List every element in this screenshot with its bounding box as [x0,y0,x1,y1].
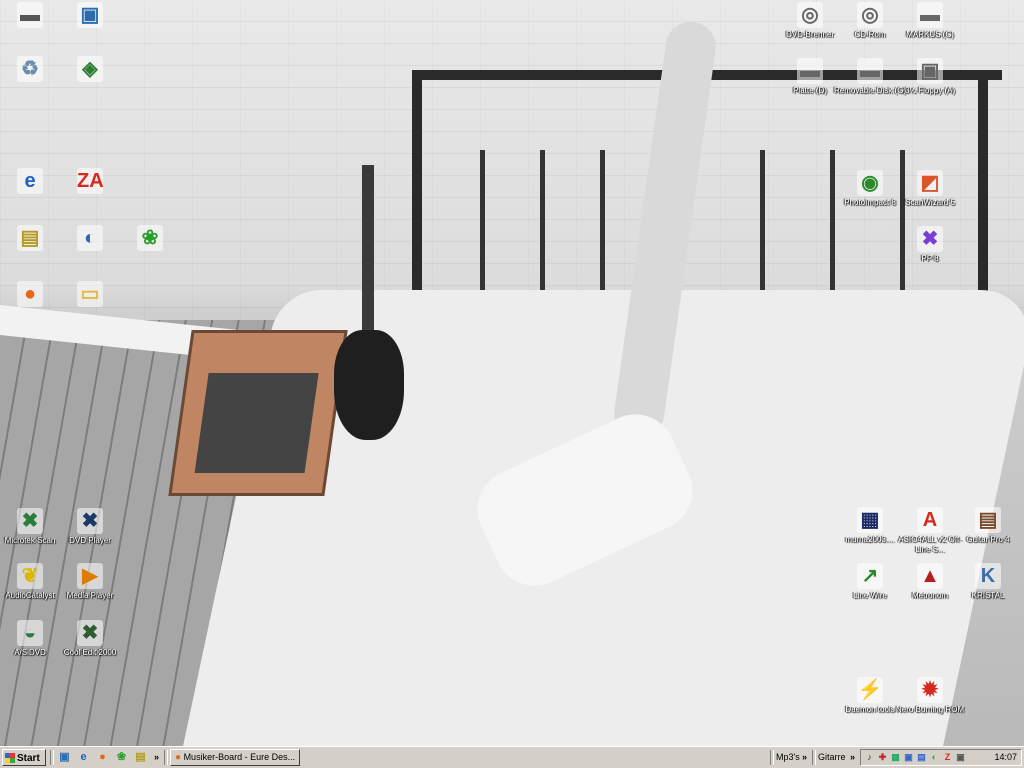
ie-quicklaunch-icon[interactable]: e [76,750,91,765]
quick-launch-overflow[interactable]: » [154,750,159,765]
dvd-player-icon: ✖ [77,508,103,534]
windows-logo-icon [5,753,15,764]
wallpaper-guitar-body [334,330,404,440]
dvd-brenner-icon: ◎ [797,2,823,28]
tray-green-icon[interactable]: ▦ [890,752,901,763]
zonealarm-shortcut[interactable]: ZA [52,168,128,194]
my-computer-shortcut[interactable]: ▣ [52,2,128,28]
tray-network-icon[interactable]: ▤ [916,752,927,763]
start-button[interactable]: Start [2,749,46,766]
taskbar-separator [770,750,774,765]
line-wire-icon: ↗ [857,563,883,589]
taskbar-separator [812,750,816,765]
icon-label: DVD Player [69,536,111,545]
murna-icon: ▦ [857,507,883,533]
media-player-icon: ▶ [77,563,103,589]
icon-label: Guitar Pro 4 [966,535,1010,544]
wallpaper-bed-bar [760,150,765,310]
network-shortcut[interactable]: ◈ [52,56,128,82]
cool-edit-shortcut[interactable]: ✖ Cool Edit 2000 [52,620,128,658]
wallpaper-bed-bar [480,150,485,310]
guitar-pro-icon: ▤ [975,507,1001,533]
laptop-icon: ▬ [17,2,43,28]
system-tray: ♪ ✚ ▦ ▣ ▤ ◐ Z ▣ 14:07 [860,749,1022,766]
taskbar-separator [164,750,168,765]
wallpaper-amplifier [168,330,348,496]
task-button-firefox[interactable]: ● Musiker-Board - Eure Des... [170,749,300,766]
media-player-shortcut[interactable]: ▶ Media Player [52,563,128,601]
network-places-icon: ◐ [77,225,103,251]
tray-zonealarm-icon[interactable]: Z [942,752,953,763]
tray-red-icon[interactable]: ✚ [877,752,888,763]
tray-monitor-icon[interactable]: ▣ [903,752,914,763]
metronom-icon: ▲ [917,563,943,589]
network-icon: ◈ [77,56,103,82]
dvd-player-shortcut[interactable]: ✖ DVD Player [52,508,128,546]
icon-label: Cool Edit 2000 [63,648,117,657]
start-label: Start [17,753,40,764]
clock[interactable]: 14:07 [994,750,1017,765]
volume-icon[interactable]: ♪ [864,752,875,763]
drive-c-icon: ▬ [917,2,943,28]
desktop: ▬ ▣ ♻ ◈ e ZA ▤ ◐ ❀ ● ▭ ✖ Microtek Scan ✖ DVD Player ❦ Au… [0,0,1024,746]
my-computer-icon: ▣ [77,2,103,28]
taskbar-separator [50,750,54,765]
kristal-icon: K [975,563,1001,589]
program-icon: ▤ [17,225,43,251]
cool-edit-icon: ✖ [77,620,103,646]
asio4all-icon: A [917,507,943,533]
icon-label: ScanWizard 5 [905,198,955,207]
app-quicklaunch-icon[interactable]: ▤ [133,750,148,765]
folder-icon: ▭ [77,281,103,307]
kristal-shortcut[interactable]: K KRISTAL [950,563,1024,601]
pp8-shortcut[interactable]: ✖ PP 8 [892,226,968,264]
wallpaper-bed-bar [540,150,545,310]
scanwizard-shortcut[interactable]: ◩ ScanWizard 5 [892,170,968,208]
toolbar-mp3-overflow[interactable]: » [802,750,807,765]
icq-quicklaunch-icon[interactable]: ❀ [114,750,129,765]
audiocatalyst-icon: ❦ [17,563,43,589]
toolbar-mp3[interactable]: Mp3's [776,750,800,765]
microtek-scan-icon: ✖ [17,508,43,534]
drive-c-shortcut[interactable]: ▬ MARKUS (C) [892,2,968,40]
floppy-shortcut[interactable]: ▣ 3½ Floppy (A) [892,58,968,96]
tray-misc-icon[interactable]: ▣ [955,752,966,763]
icq-icon: ❀ [137,225,163,251]
nero-icon: ✹ [917,677,943,703]
show-desktop-icon[interactable]: ▣ [57,750,72,765]
toolbar-gitarre-overflow[interactable]: » [850,750,855,765]
nero-shortcut[interactable]: ✹ Nero Burning ROM [892,677,968,715]
asidvd-icon: ◒ [17,620,43,646]
recycle-bin-icon: ♻ [17,56,43,82]
task-label: Musiker-Board - Eure Des... [183,752,296,762]
folder-shortcut[interactable]: ▭ [52,281,128,307]
drive-d-icon: ▬ [797,58,823,84]
removable-disk-icon: ▬ [857,58,883,84]
guitar-pro-shortcut[interactable]: ▤ Guitar Pro 4 [950,507,1024,545]
photoimpact-icon: ◉ [857,170,883,196]
wallpaper-bed-bar [600,150,605,310]
icon-label: Media Player [66,591,114,600]
toolbar-gitarre[interactable]: Gitarre [818,750,846,765]
icon-label: 3½ Floppy (A) [904,86,956,95]
icon-label: PP 8 [921,254,939,263]
zonealarm-icon: ZA [77,168,104,194]
taskbar: Start ▣ e ● ❀ ▤ » ● Musiker-Board - Eure Des… [0,746,1024,768]
scanwizard-icon: ◩ [917,170,943,196]
tray-icq-icon[interactable]: ◐ [929,752,940,763]
icon-label: KRISTAL [971,591,1005,600]
icon-label: Nero Burning ROM [895,705,965,714]
floppy-icon: ▣ [917,58,943,84]
firefox-task-icon: ● [175,752,182,763]
icq-shortcut[interactable]: ❀ [112,225,188,251]
firefox-icon: ● [17,281,43,307]
icon-label: MARKUS (C) [906,30,954,39]
cd-rom-icon: ◎ [857,2,883,28]
internet-explorer-icon: e [17,168,43,194]
pp8-icon: ✖ [917,226,943,252]
daemon-tools-icon: ⚡ [857,677,883,703]
firefox-quicklaunch-icon[interactable]: ● [95,750,110,765]
